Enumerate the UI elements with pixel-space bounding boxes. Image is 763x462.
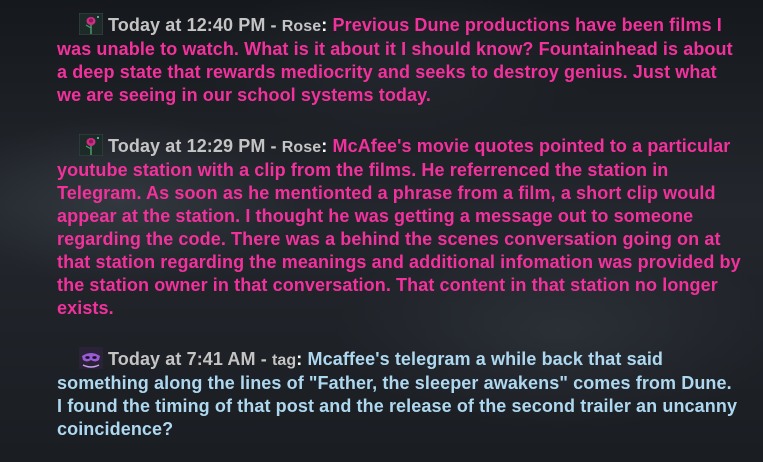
message-username[interactable]: Rose bbox=[282, 18, 322, 35]
chat-message: Today at 12:29 PM - Rose: McAfee's movie… bbox=[57, 134, 741, 320]
username-colon: : bbox=[321, 15, 328, 35]
message-username[interactable]: tag bbox=[272, 352, 296, 369]
message-timestamp: Today at 12:40 PM bbox=[108, 15, 266, 35]
chat-message: Today at 7:41 AM - tag: Mcaffee's telegr… bbox=[57, 347, 741, 441]
purple-mask-avatar-icon[interactable] bbox=[79, 347, 103, 369]
timestamp-separator: - bbox=[270, 15, 277, 35]
message-text: McAfee's movie quotes pointed to a parti… bbox=[57, 136, 741, 318]
username-colon: : bbox=[321, 136, 328, 156]
username-colon: : bbox=[296, 349, 303, 369]
chat-log: Today at 12:40 PM - Rose: Previous Dune … bbox=[0, 0, 763, 462]
timestamp-separator: - bbox=[260, 349, 267, 369]
message-timestamp: Today at 12:29 PM bbox=[108, 136, 266, 156]
rose-avatar-icon[interactable] bbox=[79, 13, 103, 35]
message-username[interactable]: Rose bbox=[282, 139, 322, 156]
message-timestamp: Today at 7:41 AM bbox=[108, 349, 256, 369]
chat-message: Today at 12:40 PM - Rose: Previous Dune … bbox=[57, 13, 741, 107]
timestamp-separator: - bbox=[270, 136, 277, 156]
rose-avatar-icon[interactable] bbox=[79, 134, 103, 156]
